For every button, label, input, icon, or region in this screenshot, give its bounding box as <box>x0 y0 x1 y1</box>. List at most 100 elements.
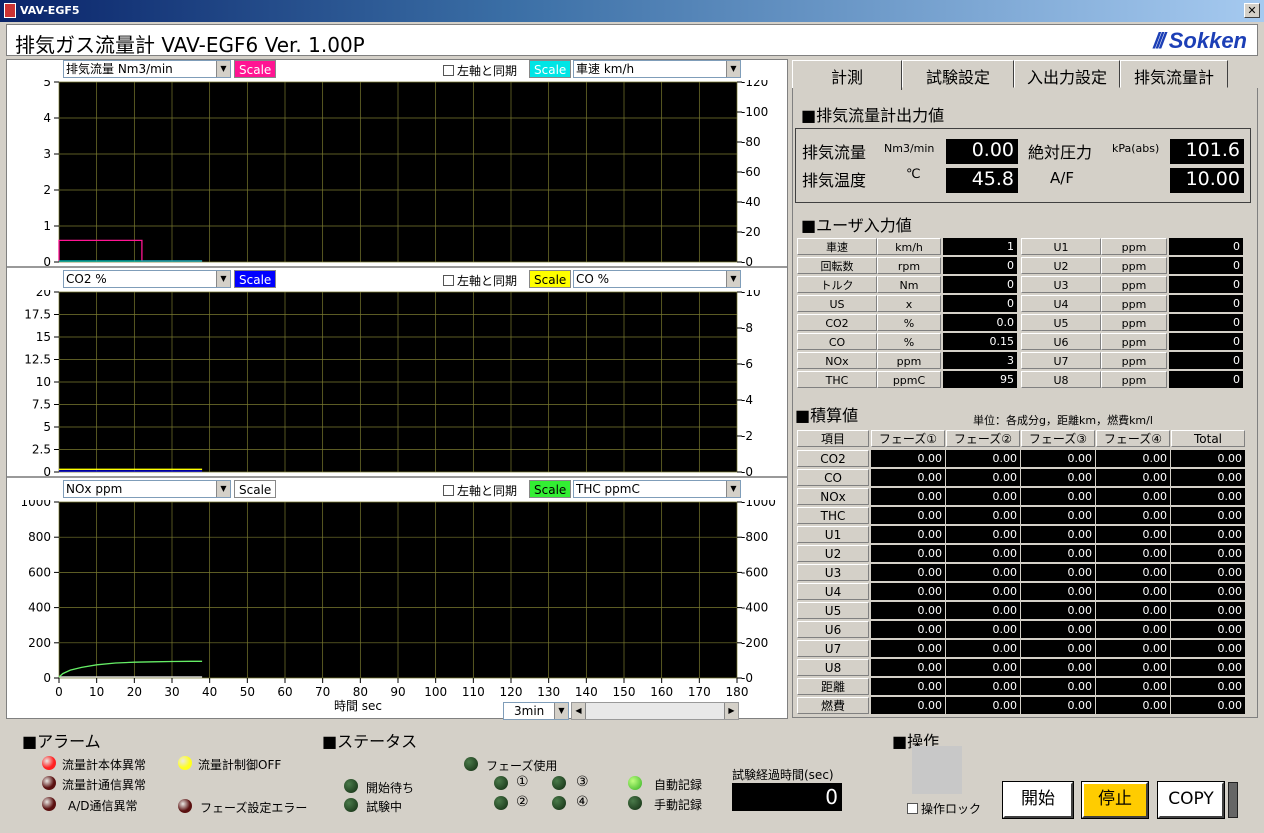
tab-test-settings[interactable]: 試験設定 <box>902 60 1014 88</box>
user-input-value[interactable]: 0 <box>1169 314 1243 331</box>
alarm-led-ad-error <box>42 797 56 811</box>
integrated-value: 0.00 <box>1021 678 1095 695</box>
integrated-value: 0.00 <box>871 678 945 695</box>
integrated-value: 0.00 <box>871 507 945 524</box>
page-title: 排気ガス流量計 VAV-EGF6 Ver. 1.00P <box>15 33 365 57</box>
left-signal-select[interactable]: NOx ppm ▼ <box>63 480 231 498</box>
scroll-right-icon[interactable]: ▶ <box>724 703 738 719</box>
integrated-header: フェーズ③ <box>1021 430 1095 447</box>
x-tick-label: 20 <box>127 685 142 699</box>
window-titlebar: VAV-EGF5 ✕ <box>0 0 1264 22</box>
left-scale-button[interactable]: Scale <box>234 480 277 498</box>
integrated-value: 0.00 <box>1171 526 1245 543</box>
elapsed-label: 試験経過時間(sec) <box>732 768 834 782</box>
user-input-value[interactable]: 1 <box>943 238 1017 255</box>
sync-axis-checkbox[interactable]: 左軸と同期 <box>443 482 517 499</box>
flow-unit: Nm3/min <box>884 142 935 155</box>
tab-flowmeter[interactable]: 排気流量計 <box>1120 60 1228 88</box>
user-input-value[interactable]: 0 <box>943 257 1017 274</box>
right-scale-button[interactable]: Scale <box>529 270 572 288</box>
operation-lock-checkbox[interactable]: 操作ロック <box>907 800 981 817</box>
user-input-value[interactable]: 3 <box>943 352 1017 369</box>
x-tick-label: 100 <box>424 685 447 699</box>
right-tick-label: -20 <box>741 225 761 239</box>
x-tick-label: 130 <box>537 685 560 699</box>
elapsed-value: 0 <box>732 783 842 811</box>
integrated-value: 0.00 <box>1096 640 1170 657</box>
user-input-value[interactable]: 95 <box>943 371 1017 388</box>
phase-use-label: フェーズ使用 <box>486 759 558 773</box>
start-button[interactable]: 開始 <box>1002 781 1074 819</box>
user-input-value[interactable]: 0 <box>943 276 1017 293</box>
x-tick-label: 50 <box>240 685 255 699</box>
left-tick-label: 7.5 <box>32 398 51 412</box>
user-input-unit: km/h <box>877 238 941 255</box>
user-input-value[interactable]: 0 <box>1169 352 1243 369</box>
right-signal-value: THC ppmC <box>576 482 640 496</box>
user-input-value[interactable]: 0 <box>1169 257 1243 274</box>
user-input-unit: ppm <box>877 352 941 369</box>
temp-unit: ℃ <box>906 167 921 182</box>
integrated-value: 0.00 <box>946 621 1020 638</box>
user-input-value[interactable]: 0 <box>1169 333 1243 350</box>
user-input-unit: ppm <box>1101 352 1167 369</box>
x-tick-label: 170 <box>688 685 711 699</box>
tab-measure[interactable]: 計測 <box>792 60 902 90</box>
user-input-unit: Nm <box>877 276 941 293</box>
status-testing: 試験中 <box>366 800 403 814</box>
close-button[interactable]: ✕ <box>1244 3 1260 18</box>
user-input-value[interactable]: 0.0 <box>943 314 1017 331</box>
user-input-value[interactable]: 0 <box>1169 371 1243 388</box>
integrated-header: Total <box>1171 430 1245 447</box>
right-signal-select[interactable]: 車速 km/h ▼ <box>573 60 741 78</box>
left-tick-label: 600 <box>28 565 51 579</box>
tab-io-settings[interactable]: 入出力設定 <box>1014 60 1120 88</box>
right-scale-button[interactable]: Scale <box>529 60 572 78</box>
user-input-value[interactable]: 0 <box>1169 238 1243 255</box>
left-scale-button[interactable]: Scale <box>234 60 277 78</box>
user-input-name: U2 <box>1021 257 1101 274</box>
user-input-name: U3 <box>1021 276 1101 293</box>
user-input-name: トルク <box>797 276 877 293</box>
alarm-ad-error: A/D通信異常 <box>68 799 138 813</box>
integrated-value: 0.00 <box>1096 488 1170 505</box>
sync-axis-checkbox[interactable]: 左軸と同期 <box>443 62 517 79</box>
user-input-unit: % <box>877 333 941 350</box>
left-signal-select[interactable]: CO2 % ▼ <box>63 270 231 288</box>
integrated-header: 項目 <box>797 430 869 447</box>
stop-button[interactable]: 停止 <box>1081 781 1149 819</box>
integrated-row-label: CO2 <box>797 450 869 467</box>
user-input-value[interactable]: 0 <box>1169 295 1243 312</box>
x-tick-label: 180 <box>726 685 749 699</box>
user-input-value[interactable]: 0 <box>943 295 1017 312</box>
phase2-led <box>494 796 508 810</box>
output-group: 排気流量 Nm3/min 0.00 絶対圧力 kPa(abs) 101.6 排気… <box>795 128 1251 203</box>
sync-axis-checkbox[interactable]: 左軸と同期 <box>443 272 517 289</box>
chevron-down-icon: ▼ <box>554 703 568 719</box>
left-tick-label: 2 <box>43 183 51 197</box>
right-scale-button[interactable]: Scale <box>529 480 572 498</box>
left-signal-select[interactable]: 排気流量 Nm3/min ▼ <box>63 60 231 78</box>
integrated-value: 0.00 <box>1096 545 1170 562</box>
chart-1: 排気流量 Nm3/min ▼ Scale 左軸と同期 Scale 車速 km/h ▼ 5 4 3 2… <box>7 60 787 269</box>
time-scrollbar[interactable]: ◀ ▶ <box>571 702 739 720</box>
time-range-select[interactable]: 3min ▼ <box>503 702 569 720</box>
scroll-left-icon[interactable]: ◀ <box>572 703 586 719</box>
right-signal-select[interactable]: THC ppmC ▼ <box>573 480 741 498</box>
checkbox-box <box>443 485 454 496</box>
left-tick-label: 1 <box>43 219 51 233</box>
right-tick-label: -6 <box>741 357 753 371</box>
user-input-value[interactable]: 0 <box>1169 276 1243 293</box>
alarm-led-comm-error <box>42 776 56 790</box>
copy-button[interactable]: COPY <box>1157 781 1225 819</box>
integrated-heading: ■積算値 <box>795 406 859 425</box>
integrated-value: 0.00 <box>946 526 1020 543</box>
af-label: A/F <box>1050 169 1074 187</box>
right-tick-label: -600 <box>741 565 768 579</box>
left-signal-value: CO2 % <box>66 272 107 286</box>
user-input-value[interactable]: 0.15 <box>943 333 1017 350</box>
chart-plot-3: 10008006004002000-1000-800-600-400-200-0… <box>20 500 775 713</box>
alarm-led-phase-error <box>178 799 192 813</box>
right-signal-select[interactable]: CO % ▼ <box>573 270 741 288</box>
left-scale-button[interactable]: Scale <box>234 270 277 288</box>
